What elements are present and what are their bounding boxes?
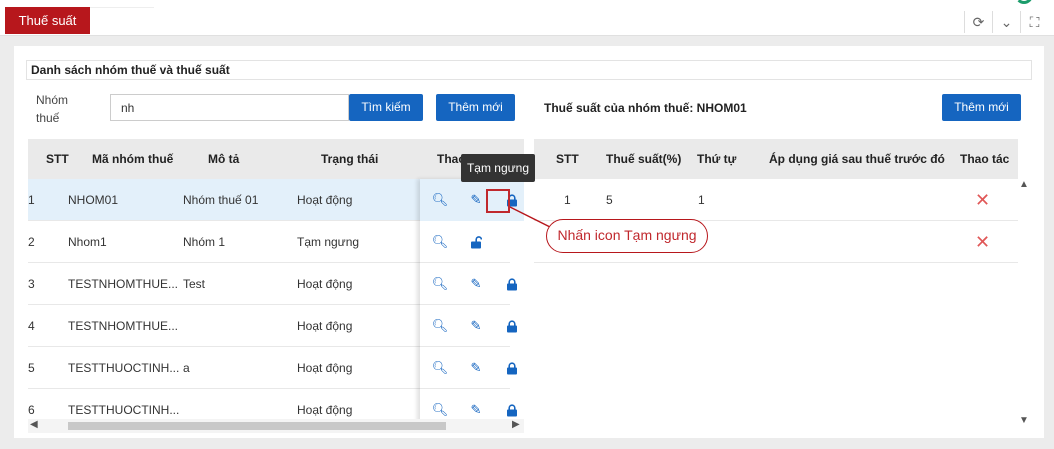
tooltip: Tạm ngưng	[461, 154, 535, 182]
callout-leader-line	[509, 206, 553, 229]
lock-highlight-box	[486, 189, 510, 213]
callout-bubble: Nhấn icon Tạm ngưng	[546, 219, 708, 253]
